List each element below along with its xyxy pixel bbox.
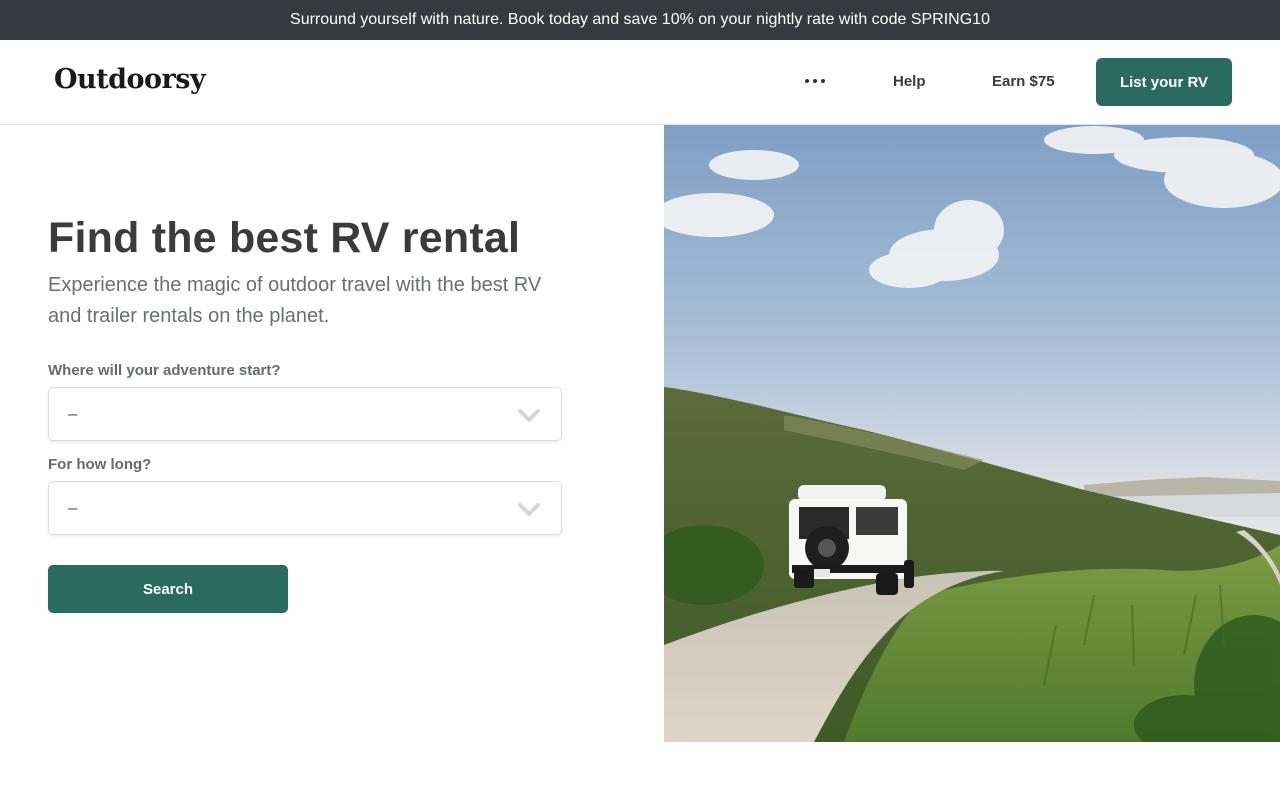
- start-location-value: –: [68, 404, 78, 423]
- page-title: Find the best RV rental: [48, 214, 521, 262]
- list-your-rv-button[interactable]: List your RV: [1096, 58, 1232, 106]
- promo-text: Surround yourself with nature. Book toda…: [290, 11, 990, 28]
- outdoorsy-logo[interactable]: Outdoorsy: [54, 64, 206, 95]
- more-menu-button[interactable]: [797, 62, 833, 100]
- more-horizontal-icon: [805, 79, 809, 83]
- search-button[interactable]: Search: [48, 565, 288, 613]
- nav-help-link[interactable]: Help: [893, 73, 926, 90]
- chevron-down-icon: [518, 409, 540, 422]
- nav-earn-link[interactable]: Earn $75: [992, 73, 1055, 90]
- hero-image: [664, 125, 1280, 742]
- trip-length-select[interactable]: –: [48, 481, 562, 535]
- trip-length-value: –: [68, 498, 78, 517]
- trip-length-label: For how long?: [48, 456, 152, 473]
- site-header: Outdoorsy Help Earn $75 List your RV: [0, 40, 1280, 125]
- hero-subtitle: Experience the magic of outdoor travel w…: [48, 274, 542, 327]
- chevron-down-icon: [518, 503, 540, 516]
- promo-banner: Surround yourself with nature. Book toda…: [0, 0, 1280, 40]
- start-location-label: Where will your adventure start?: [48, 362, 281, 379]
- start-location-select[interactable]: –: [48, 387, 562, 441]
